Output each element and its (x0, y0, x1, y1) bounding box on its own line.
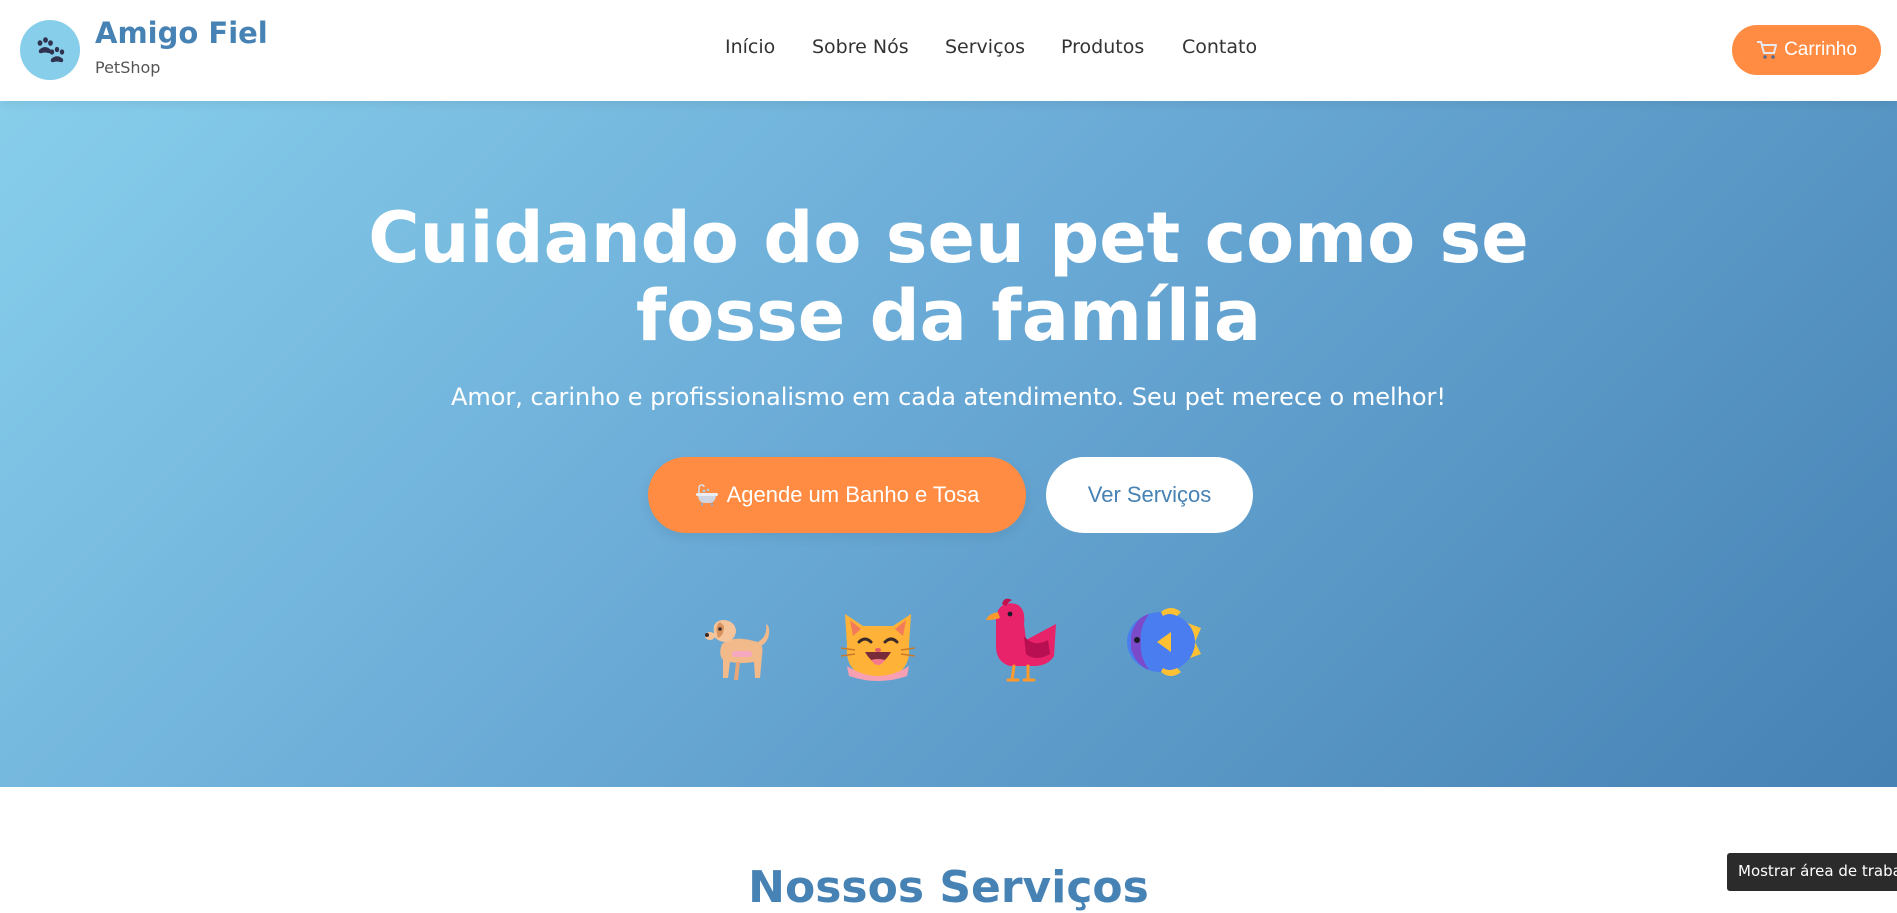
pet-dog (692, 596, 778, 686)
nav-link-servicos[interactable]: Serviços (945, 36, 1025, 58)
book-grooming-button[interactable]: Agende um Banho e Tosa (648, 457, 1026, 533)
cart-button[interactable]: Carrinho (1732, 25, 1881, 75)
paw-icon (37, 37, 65, 63)
cat-icon (840, 614, 916, 681)
dog-icon (705, 620, 770, 680)
nav-link-inicio[interactable]: Início (725, 36, 775, 58)
view-services-button[interactable]: Ver Serviços (1046, 457, 1253, 533)
book-grooming-label: Agende um Banho e Tosa (726, 482, 980, 507)
top-navbar: Amigo Fiel PetShop Início Sobre Nós Serv… (0, 0, 1897, 101)
brand-name[interactable]: Amigo Fiel (95, 16, 268, 50)
hero-title-line-2: fosse da família (635, 275, 1262, 357)
bathtub-icon (695, 484, 718, 506)
fish-icon (1127, 608, 1201, 676)
services-section-title: Nossos Serviços (748, 862, 1149, 913)
hero-subtitle: Amor, carinho e profissionalismo em cada… (450, 383, 1447, 411)
pet-cat (835, 596, 921, 686)
cart-label: Carrinho (1784, 39, 1857, 60)
hero-title: Cuidando do seu pet como se fosse da fam… (0, 199, 1897, 355)
hero-section: Cuidando do seu pet como se fosse da fam… (0, 101, 1897, 787)
brand-subtitle: PetShop (95, 58, 161, 77)
nav-link-sobre-nos[interactable]: Sobre Nós (812, 36, 909, 58)
view-services-label: Ver Serviços (1087, 482, 1212, 507)
hero-title-line-1: Cuidando do seu pet como se (368, 197, 1529, 279)
bird-icon (986, 598, 1056, 682)
cart-icon (1757, 41, 1778, 59)
logo-badge[interactable] (20, 20, 80, 80)
show-desktop-tooltip: Mostrar área de trabalho (1727, 853, 1897, 891)
pet-fish (1121, 596, 1207, 686)
nav-link-contato[interactable]: Contato (1182, 36, 1257, 58)
pet-bird (978, 596, 1064, 686)
nav-link-produtos[interactable]: Produtos (1061, 36, 1144, 58)
